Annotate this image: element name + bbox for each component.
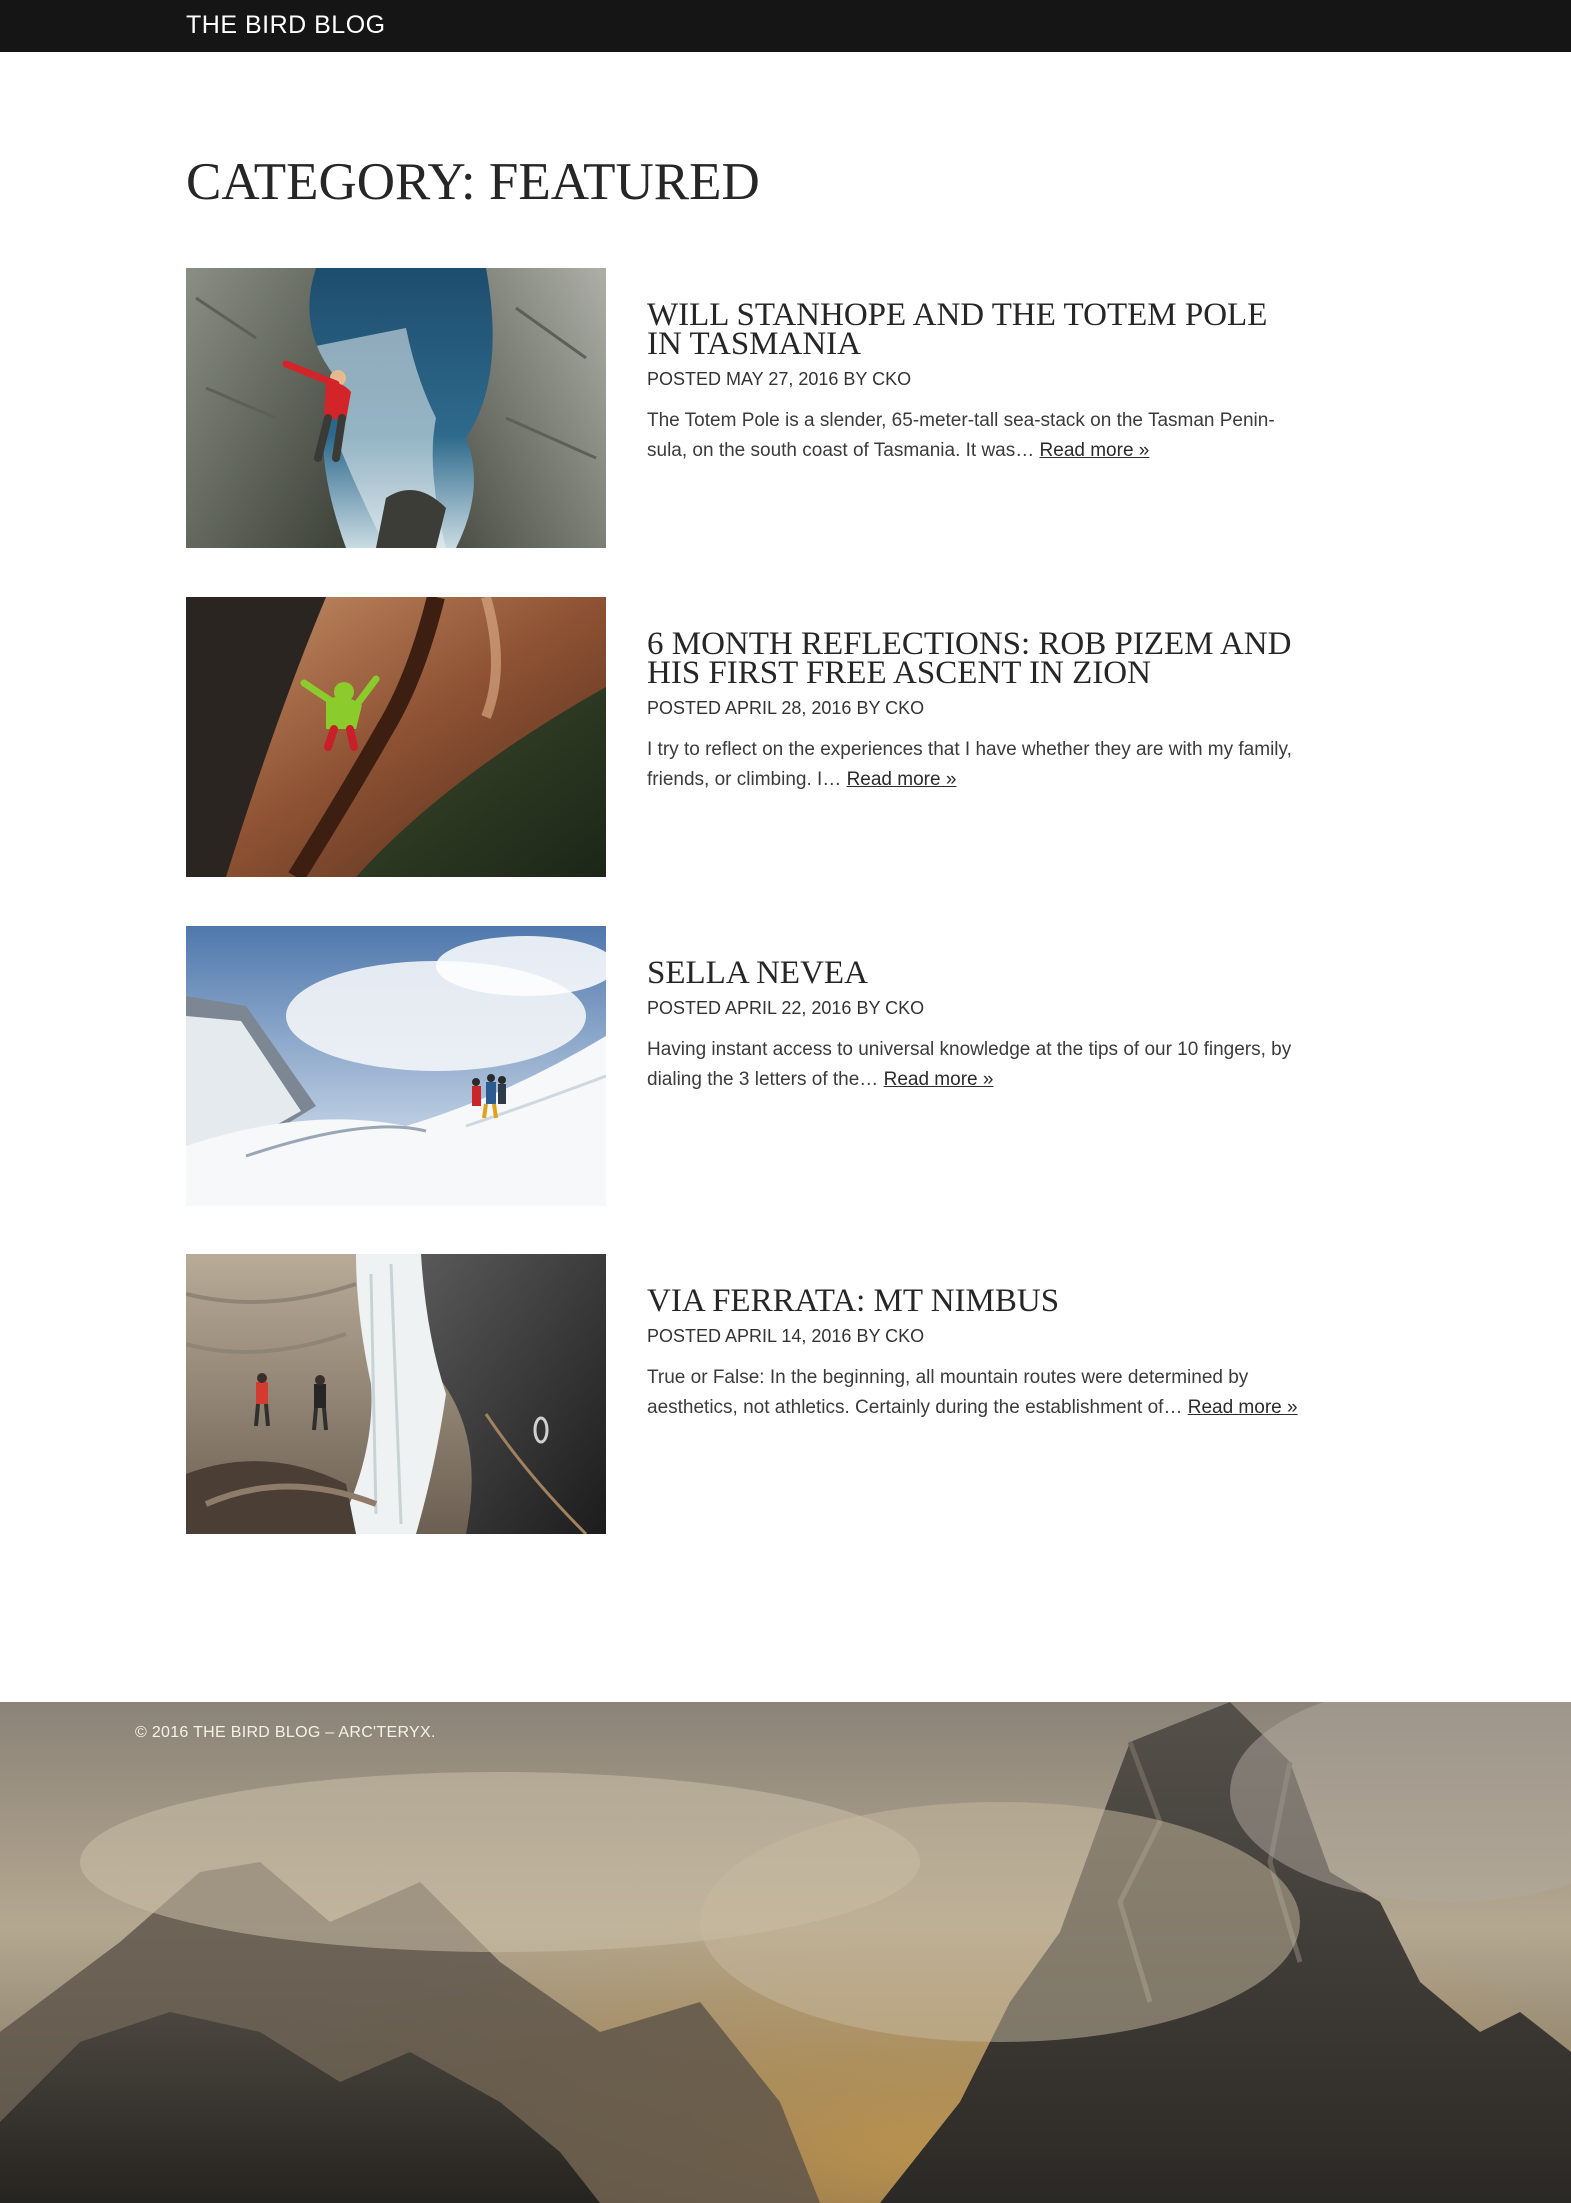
post-entry: WILL STANHOPE AND THE TOTEM POLE IN TASM… <box>647 299 1307 485</box>
read-more-link[interactable]: Read more » <box>884 1069 994 1090</box>
post-entry: 6 MONTH REFLECTIONS: ROB PIZEM AND HIS F… <box>647 628 1307 814</box>
post-excerpt: True or False: In the beginning, all mou… <box>647 1363 1307 1423</box>
read-more-link[interactable]: Read more » <box>847 769 957 790</box>
post-excerpt-text: I try to reflect on the experiences that… <box>647 739 1292 790</box>
post-title-link[interactable]: 6 MONTH REFLECTIONS: ROB PIZEM AND HIS F… <box>647 628 1307 690</box>
post-title-link[interactable]: SELLA NEVEA <box>647 957 1307 990</box>
post-excerpt-text: True or False: In the beginning, all mou… <box>647 1367 1249 1418</box>
snowy-ridge-mountaineers-image <box>186 926 606 1206</box>
post-entry: SELLA NEVEA POSTED APRIL 22, 2016 BY CKO… <box>647 957 1307 1114</box>
post-item: VIA FERRATA: MT NIMBUS POSTED APRIL 14, … <box>186 1254 1306 1534</box>
post-meta: POSTED MAY 27, 2016 BY CKO <box>647 369 912 389</box>
post-excerpt: Having instant access to universal knowl… <box>647 1035 1307 1095</box>
post-meta: POSTED APRIL 28, 2016 BY CKO <box>647 698 925 718</box>
misty-mountains-background <box>0 1702 1571 2203</box>
post-item: SELLA NEVEA POSTED APRIL 22, 2016 BY CKO… <box>186 926 1306 1206</box>
page-title: CATEGORY: FEATURED <box>186 153 760 211</box>
waterfall-via-ferrata-image <box>186 1254 606 1534</box>
post-excerpt: The Totem Pole is a slender, 65-meter-ta… <box>647 406 1307 466</box>
post-meta: POSTED APRIL 14, 2016 BY CKO <box>647 1326 925 1346</box>
post-title-link[interactable]: VIA FERRATA: MT NIMBUS <box>647 1285 1307 1318</box>
post-excerpt-text: The Totem Pole is a slender, 65-meter-ta… <box>647 410 1275 461</box>
post-thumbnail[interactable] <box>186 597 606 877</box>
post-title-link[interactable]: WILL STANHOPE AND THE TOTEM POLE IN TASM… <box>647 299 1307 361</box>
post-entry: VIA FERRATA: MT NIMBUS POSTED APRIL 14, … <box>647 1285 1307 1442</box>
sea-cliff-climber-image <box>186 268 606 548</box>
site-title-link[interactable]: THE BIRD BLOG <box>186 11 386 39</box>
post-meta: POSTED APRIL 22, 2016 BY CKO <box>647 998 925 1018</box>
post-thumbnail[interactable] <box>186 268 606 548</box>
site-footer: © 2016 THE BIRD BLOG – ARC'TERYX. <box>0 1702 1571 2203</box>
post-thumbnail[interactable] <box>186 1254 606 1534</box>
footer-copyright: © 2016 THE BIRD BLOG – ARC'TERYX. <box>135 1724 436 1741</box>
top-navbar: THE BIRD BLOG <box>0 0 1571 52</box>
post-item: WILL STANHOPE AND THE TOTEM POLE IN TASM… <box>186 268 1306 548</box>
read-more-link[interactable]: Read more » <box>1188 1397 1298 1418</box>
read-more-link[interactable]: Read more » <box>1040 440 1150 461</box>
post-excerpt: I try to reflect on the experiences that… <box>647 735 1307 795</box>
sandstone-crack-climber-image <box>186 597 606 877</box>
post-thumbnail[interactable] <box>186 926 606 1206</box>
post-item: 6 MONTH REFLECTIONS: ROB PIZEM AND HIS F… <box>186 597 1306 877</box>
